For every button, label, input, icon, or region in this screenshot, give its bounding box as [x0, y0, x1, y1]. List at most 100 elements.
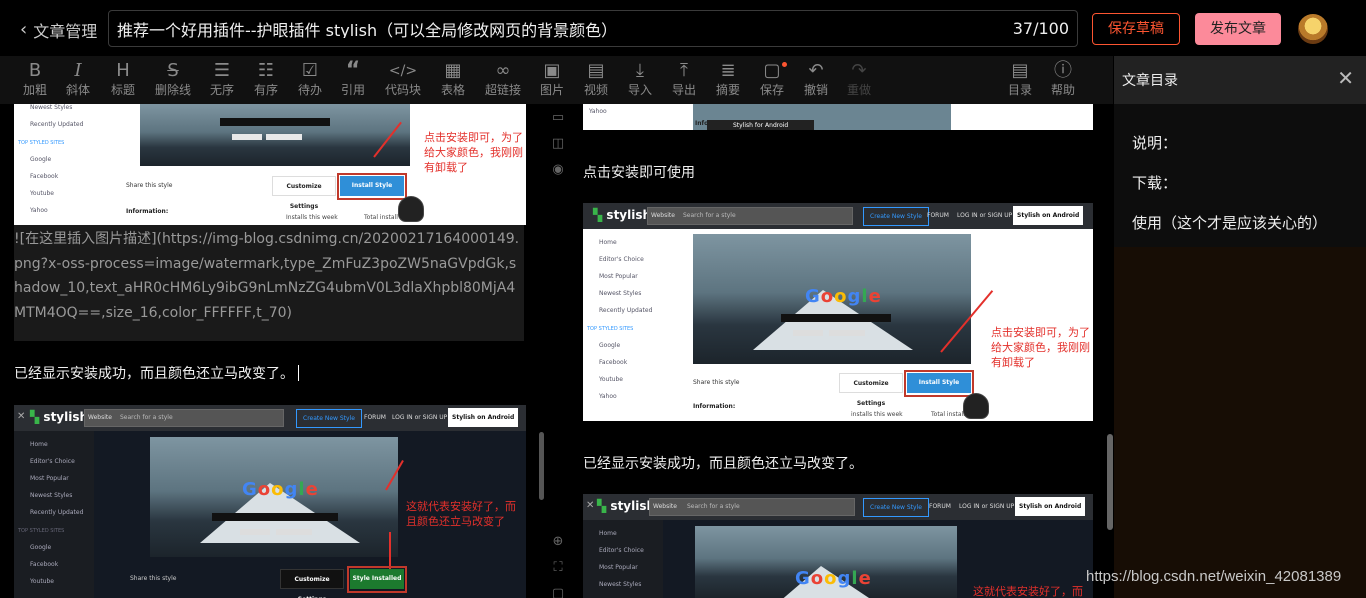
editor-toolbar: B 加粗 I 斜体 H 标题 S 删除线 ☰ 无序 ☷ 有序 ☑ 待办 “引用 </> 代码块 …: [0, 56, 1113, 104]
title-input[interactable]: [117, 19, 997, 38]
tool-unordered-list[interactable]: ☰ 无序: [201, 60, 243, 98]
layout-split-icon[interactable]: ◫: [550, 136, 566, 151]
tool-toc[interactable]: ▤ 目录: [999, 60, 1041, 98]
image-side-item: Most Popular: [599, 564, 638, 571]
title-field[interactable]: 37/100: [108, 10, 1078, 47]
tool-export[interactable]: ⤒ 导出: [663, 60, 705, 98]
tool-video[interactable]: ▤ 视频: [575, 60, 617, 98]
image-login-link: LOG IN or SIGN UP: [957, 212, 1013, 219]
top-bar: ‹ 文章管理 37/100 保存草稿 发布文章: [0, 0, 1366, 56]
ordered-list-icon: ☷: [257, 60, 275, 81]
markdown-image-syntax[interactable]: ![在这里插入图片描述](https://img-blog.csdnimg.cn…: [14, 225, 524, 341]
undo-icon: ↶: [808, 60, 824, 81]
image-android-button: Stylish on Android: [1013, 206, 1084, 225]
image-side-head: TOP STYLED SITES: [587, 326, 634, 332]
close-icon[interactable]: ✕: [1337, 66, 1354, 90]
google-logo: Google: [805, 286, 882, 307]
layout-single-icon[interactable]: ▭: [550, 110, 566, 125]
image-customize-button: Customize Settings: [272, 176, 336, 210]
image-website-dropdown: Website: [651, 212, 675, 219]
text-caret: [298, 365, 299, 381]
fullscreen-icon[interactable]: ⛶: [550, 560, 566, 575]
toc-item-download[interactable]: 下载：: [1132, 172, 1177, 193]
image-side-head: TOP STYLED SITES: [18, 140, 65, 146]
preview-eye-icon[interactable]: ◉: [550, 162, 566, 177]
tool-save[interactable]: ▢ 保存: [751, 60, 793, 98]
tool-redo[interactable]: ↷ 重做: [838, 60, 880, 98]
android-robot-icon: [963, 393, 989, 419]
image-android-button: Stylish on Android: [448, 408, 519, 427]
todo-list-icon: ☑: [301, 60, 319, 81]
image-button: [276, 529, 312, 535]
tool-help[interactable]: ⓘ 帮助: [1042, 60, 1084, 98]
image-button: [232, 134, 262, 140]
toc-icon: ▤: [1011, 60, 1029, 81]
image-mountain-preview: Google: [693, 234, 971, 364]
image-total-label: Total install: [364, 214, 398, 221]
image-site-sidebar: Home Editor's Choice Most Popular Newest…: [583, 520, 663, 598]
tool-import[interactable]: ⤓ 导入: [619, 60, 661, 98]
image-side-item: Facebook: [30, 561, 59, 568]
toc-title: 文章目录: [1122, 73, 1178, 89]
tool-table[interactable]: ▦ 表格: [432, 60, 474, 98]
google-logo: Google: [242, 479, 319, 500]
annotation-text: 这就代表安装好了，而: [973, 585, 1083, 598]
image-mountain-preview: Google: [695, 526, 957, 598]
preview-image-install-style: ▚ stylish Website Search for a style Cre…: [583, 203, 1093, 421]
image-side-item: Newest Styles: [30, 492, 73, 499]
bold-icon: B: [28, 60, 42, 81]
image-side-item: Newest Styles: [599, 581, 642, 588]
editor-scrollbar[interactable]: [539, 432, 544, 500]
image-mountain-preview: [140, 104, 410, 166]
tool-italic[interactable]: I 斜体: [57, 60, 99, 98]
image-side-item: Editor's Choice: [30, 458, 75, 465]
annotation-box: [347, 566, 407, 593]
tool-code-block[interactable]: </> 代码块: [382, 60, 424, 98]
stylish-logo: ▚ stylish: [597, 499, 656, 513]
tool-quote[interactable]: “引用: [332, 60, 374, 98]
preview-scrollbar[interactable]: [1107, 434, 1113, 530]
tool-image[interactable]: ▣ 图片: [531, 60, 573, 98]
view-icon[interactable]: ▢: [550, 586, 566, 598]
tool-link[interactable]: ∞ 超链接: [482, 60, 524, 98]
editor-success-line[interactable]: 已经显示安装成功，而且颜色还立马改变了。: [14, 363, 299, 383]
markdown-editor[interactable]: Newest Styles Recently Updated TOP STYLE…: [0, 104, 545, 598]
image-icon: ▣: [543, 60, 561, 81]
back-to-article-management[interactable]: ‹ 文章管理: [20, 18, 97, 42]
toc-item-usage[interactable]: 使用（这个才是应该关心的）: [1132, 212, 1327, 233]
image-website-dropdown: Website: [653, 503, 677, 510]
toc-item-explanation[interactable]: 说明：: [1132, 132, 1177, 153]
export-icon: ⤒: [680, 60, 688, 81]
annotation-text: 点击安装即可，为了给大家颜色，我刚刚有卸载了: [991, 326, 1090, 369]
image-side-item: Newest Styles: [30, 104, 73, 111]
image-total-label: Total install: [931, 411, 965, 418]
image-login-link: LOG IN or SIGN UP: [392, 414, 448, 421]
markdown-preview: Yahoo Information: Stylish for Android 点…: [571, 104, 1114, 598]
tool-todo[interactable]: ☑ 待办: [289, 60, 331, 98]
image-side-head: TOP STYLED SITES: [18, 528, 65, 534]
tool-undo[interactable]: ↶ 撤销: [795, 60, 837, 98]
image-forum-link: FORUM: [929, 503, 951, 510]
tool-ordered-list[interactable]: ☷ 有序: [245, 60, 287, 98]
image-create-style-button: Create New Style: [863, 207, 929, 226]
avatar[interactable]: [1298, 14, 1328, 44]
tool-summary[interactable]: ≣ 摘要: [707, 60, 749, 98]
image-search-placeholder: Search for a style: [683, 212, 736, 219]
redo-icon: ↷: [851, 60, 867, 81]
tool-heading[interactable]: H 标题: [102, 60, 144, 98]
image-side-item: Recently Updated: [30, 121, 84, 128]
unsaved-dot: [782, 62, 787, 67]
image-customize-button: Customize Settings: [839, 373, 903, 407]
table-icon: ▦: [444, 60, 462, 81]
sync-scroll-icon[interactable]: ⊕: [550, 534, 566, 549]
heading-icon: H: [116, 60, 130, 81]
publish-button[interactable]: 发布文章: [1195, 13, 1281, 45]
save-draft-button[interactable]: 保存草稿: [1092, 13, 1180, 45]
tool-bold[interactable]: B 加粗: [14, 60, 56, 98]
image-share-label: Share this style: [693, 379, 740, 386]
help-icon: ⓘ: [1054, 60, 1072, 81]
image-create-style-button: Create New Style: [296, 409, 362, 428]
android-robot-icon: [398, 196, 424, 222]
image-side-item: Youtube: [30, 190, 54, 197]
tool-strikethrough[interactable]: S 删除线: [152, 60, 194, 98]
